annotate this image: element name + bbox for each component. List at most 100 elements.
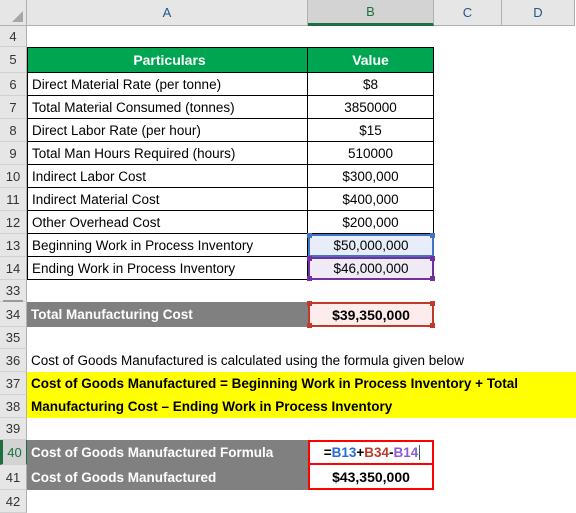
selection-handle-top-left[interactable] bbox=[307, 233, 312, 238]
cell-a10-label[interactable]: Indirect Labor Cost bbox=[27, 165, 308, 188]
cell-c11[interactable] bbox=[434, 188, 576, 211]
cell-b41-result-value[interactable]: $43,350,000 bbox=[308, 465, 434, 490]
cell-a41-result-label[interactable]: Cost of Goods Manufactured bbox=[27, 465, 308, 490]
cell-b12-value[interactable]: $200,000 bbox=[308, 211, 434, 234]
row-header-41[interactable]: 41 bbox=[0, 465, 27, 490]
row-header-40[interactable]: 40 bbox=[0, 440, 27, 465]
table-row: 40 Cost of Goods Manufactured Formula = B… bbox=[0, 440, 576, 467]
cell-b11-value[interactable]: $400,000 bbox=[308, 188, 434, 211]
cell-c5[interactable] bbox=[434, 47, 576, 73]
select-all-corner[interactable] bbox=[0, 0, 27, 26]
row-header-10[interactable]: 10 bbox=[0, 165, 27, 188]
row-header-37[interactable]: 37 bbox=[0, 372, 27, 395]
selection-handle-top-left[interactable] bbox=[307, 301, 312, 306]
table-row: 12 Other Overhead Cost $200,000 bbox=[0, 211, 576, 234]
cell-a40-formula-label[interactable]: Cost of Goods Manufactured Formula bbox=[27, 440, 308, 465]
column-header-c[interactable]: C bbox=[434, 0, 502, 26]
cell-a14-label[interactable]: Ending Work in Process Inventory bbox=[27, 257, 308, 280]
cell-b40-formula-editor[interactable]: = B13 + B34- B14 bbox=[308, 440, 434, 467]
selection-handle-bottom-left[interactable] bbox=[307, 276, 312, 281]
cell-a9-label[interactable]: Total Man Hours Required (hours) bbox=[27, 142, 308, 165]
row-header-42[interactable]: 42 bbox=[0, 490, 27, 513]
selection-handle-bottom-right[interactable] bbox=[430, 323, 435, 328]
row-header-36[interactable]: 36 bbox=[0, 349, 27, 372]
cell-c34[interactable] bbox=[434, 302, 576, 327]
column-header-d[interactable]: D bbox=[502, 0, 575, 26]
row-header-33[interactable]: 33 bbox=[0, 280, 27, 302]
row-header-39[interactable]: 39 bbox=[0, 418, 27, 440]
selection-handle-top-left[interactable] bbox=[307, 256, 312, 261]
table-row: 42 bbox=[0, 490, 576, 513]
cell-a8-label[interactable]: Direct Labor Rate (per hour) bbox=[27, 119, 308, 142]
cell-b34-text: $39,350,000 bbox=[332, 306, 410, 323]
row-header-4[interactable]: 4 bbox=[0, 26, 27, 47]
cell-b14-text: $46,000,000 bbox=[333, 261, 409, 276]
cell-a37-formula-text-line1[interactable]: Cost of Goods Manufactured = Beginning W… bbox=[27, 372, 576, 395]
table-row: 41 Cost of Goods Manufactured $43,350,00… bbox=[0, 465, 576, 490]
cell-c9[interactable] bbox=[434, 142, 576, 165]
table-row: 35 bbox=[0, 327, 576, 349]
cell-c41[interactable] bbox=[434, 465, 576, 490]
cell-b8-value[interactable]: $15 bbox=[308, 119, 434, 142]
row-header-5[interactable]: 5 bbox=[0, 47, 27, 73]
cell-b10-value[interactable]: $300,000 bbox=[308, 165, 434, 188]
cell-a36-note[interactable]: Cost of Goods Manufactured is calculated… bbox=[27, 349, 576, 372]
spreadsheet-grid[interactable]: A B C D 4 5 Particulars Value 6 Direct M… bbox=[0, 0, 576, 513]
row-header-9[interactable]: 9 bbox=[0, 142, 27, 165]
selection-handle-bottom-left[interactable] bbox=[307, 323, 312, 328]
cell-b7-value[interactable]: 3850000 bbox=[308, 96, 434, 119]
cell-c13[interactable] bbox=[434, 234, 576, 257]
formula-ref-b14: B14 bbox=[393, 445, 419, 460]
cell-a13-label[interactable]: Beginning Work in Process Inventory bbox=[27, 234, 308, 257]
empty-row-33[interactable] bbox=[27, 280, 576, 302]
cell-b34-total-manufacturing-value[interactable]: $39,350,000 bbox=[307, 301, 435, 328]
cell-c12[interactable] bbox=[434, 211, 576, 234]
row-header-34[interactable]: 34 bbox=[0, 302, 27, 327]
cell-c10[interactable] bbox=[434, 165, 576, 188]
cell-c7[interactable] bbox=[434, 96, 576, 119]
column-header-a[interactable]: A bbox=[27, 0, 308, 26]
row-header-8[interactable]: 8 bbox=[0, 119, 27, 142]
select-all-triangle-icon bbox=[12, 11, 23, 22]
cell-c6[interactable] bbox=[434, 73, 576, 96]
table-row: 9 Total Man Hours Required (hours) 51000… bbox=[0, 142, 576, 165]
cell-c14[interactable] bbox=[434, 257, 576, 280]
cell-b5-value-header[interactable]: Value bbox=[308, 47, 434, 73]
table-row: 4 bbox=[0, 26, 576, 47]
table-row: 13 Beginning Work in Process Inventory $… bbox=[0, 233, 576, 257]
table-row: 38 Manufacturing Cost – Ending Work in P… bbox=[0, 395, 576, 418]
row-header-12[interactable]: 12 bbox=[0, 211, 27, 234]
column-header-row: A B C D bbox=[0, 0, 576, 26]
row-header-14[interactable]: 14 bbox=[0, 257, 27, 280]
cell-a34-total-manufacturing-label[interactable]: Total Manufacturing Cost bbox=[27, 302, 308, 327]
cell-b6-value[interactable]: $8 bbox=[308, 73, 434, 96]
cell-a5-particulars-header[interactable]: Particulars bbox=[27, 47, 308, 73]
cell-a11-label[interactable]: Indirect Material Cost bbox=[27, 188, 308, 211]
row-header-38[interactable]: 38 bbox=[0, 395, 27, 418]
selection-handle-top-right[interactable] bbox=[430, 301, 435, 306]
cell-c40[interactable] bbox=[434, 440, 576, 465]
cell-a6-label[interactable]: Direct Material Rate (per tonne) bbox=[27, 73, 308, 96]
row-header-13[interactable]: 13 bbox=[0, 234, 27, 257]
row-header-6[interactable]: 6 bbox=[0, 73, 27, 96]
empty-row-39[interactable] bbox=[27, 418, 576, 440]
selection-handle-top-right[interactable] bbox=[430, 256, 435, 261]
row-header-35[interactable]: 35 bbox=[0, 327, 27, 349]
row-header-11[interactable]: 11 bbox=[0, 188, 27, 211]
formula-operator-plus: + bbox=[356, 445, 365, 460]
cell-a12-label[interactable]: Other Overhead Cost bbox=[27, 211, 308, 234]
cell-b9-value[interactable]: 510000 bbox=[308, 142, 434, 165]
empty-row-42[interactable] bbox=[27, 490, 576, 513]
table-row: 7 Total Material Consumed (tonnes) 38500… bbox=[0, 96, 576, 119]
cell-c8[interactable] bbox=[434, 119, 576, 142]
empty-row-35[interactable] bbox=[27, 327, 576, 349]
cell-b13-value-selected[interactable]: $50,000,000 bbox=[307, 233, 435, 257]
selection-handle-top-right[interactable] bbox=[430, 233, 435, 238]
row-header-7[interactable]: 7 bbox=[0, 96, 27, 119]
selection-handle-bottom-right[interactable] bbox=[430, 276, 435, 281]
cell-b14-value-selected[interactable]: $46,000,000 bbox=[307, 256, 435, 281]
column-header-b[interactable]: B bbox=[308, 0, 434, 26]
cell-a38-formula-text-line2[interactable]: Manufacturing Cost – Ending Work in Proc… bbox=[27, 395, 576, 418]
empty-row-4[interactable] bbox=[27, 26, 576, 47]
cell-a7-label[interactable]: Total Material Consumed (tonnes) bbox=[27, 96, 308, 119]
